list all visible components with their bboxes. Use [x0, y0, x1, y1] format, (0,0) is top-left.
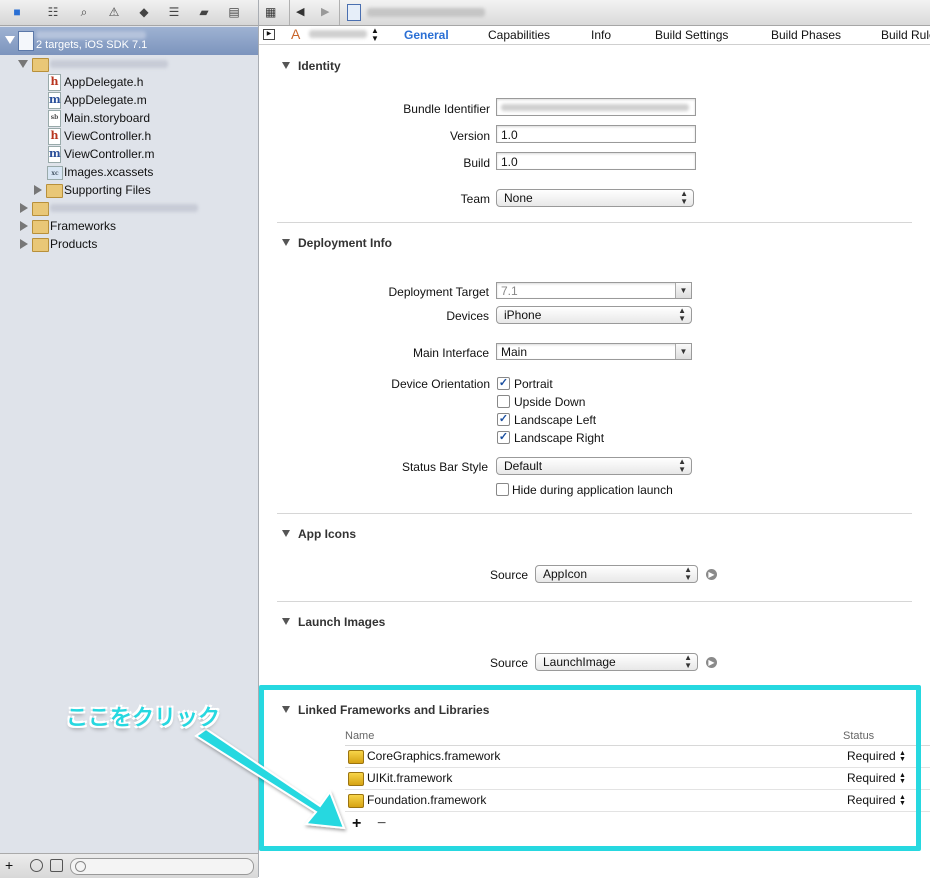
annotation-arrow	[194, 727, 346, 830]
annotation-label: ここをクリック	[66, 706, 221, 731]
